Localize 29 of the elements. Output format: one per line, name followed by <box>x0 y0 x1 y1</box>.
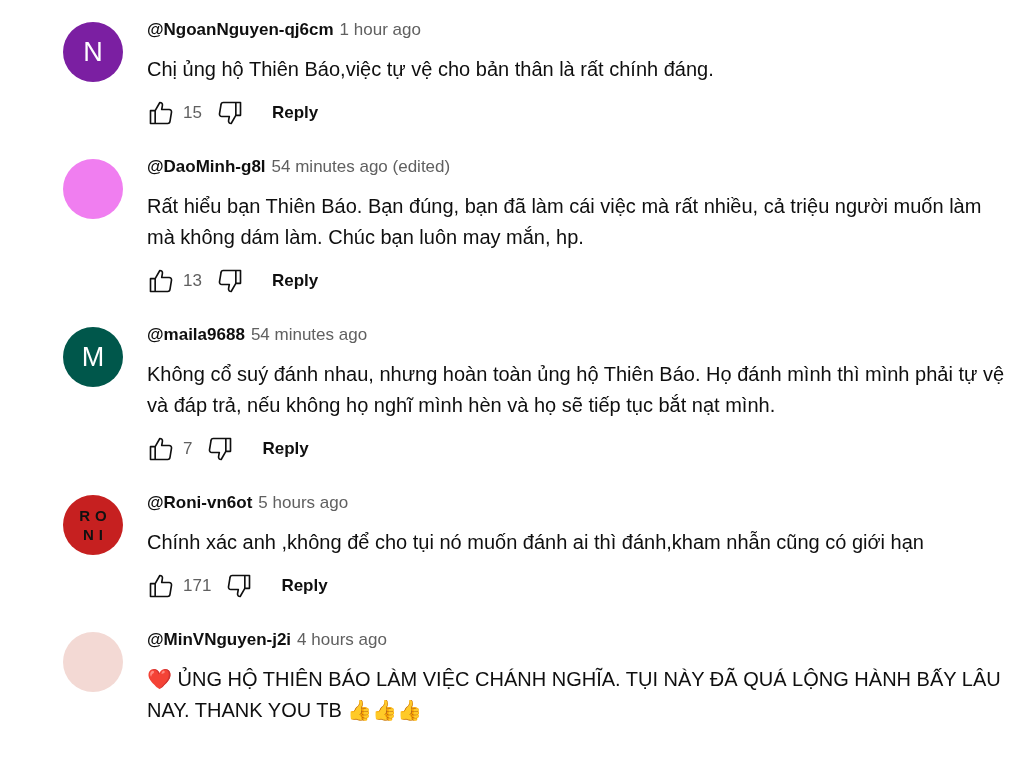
avatar[interactable]: M <box>63 327 123 387</box>
avatar[interactable]: N <box>63 22 123 82</box>
reply-button[interactable]: Reply <box>271 95 319 131</box>
like-count: 15 <box>183 103 202 123</box>
reply-button[interactable]: Reply <box>281 568 328 604</box>
reply-button[interactable]: Reply <box>271 263 319 299</box>
comment-time[interactable]: 54 minutes ago <box>250 325 368 345</box>
author-name[interactable]: @maila9688 <box>147 325 245 345</box>
comment-time[interactable]: 4 hours ago <box>297 630 387 650</box>
reply-button[interactable]: Reply <box>262 431 309 467</box>
author-name[interactable]: @DaoMinh-g8l <box>147 157 266 177</box>
like-count: 13 <box>183 271 202 291</box>
thumbs-up-icon[interactable] <box>147 267 175 295</box>
comment-text: ❤ ỦNG HỘ THIÊN BÁO LÀM VIỆC CHÁNH NGHĨA. TỤI NÀY ĐÃ QUÁ LỘNG HÀNH BẤY LÂU NAY. THANK YOU TB 👍👍👍 <box>147 666 1002 723</box>
comment-time[interactable]: 54 minutes ago (edited) <box>271 157 451 177</box>
comment-time[interactable]: 5 hours ago <box>258 493 349 513</box>
thumbs-up-icon[interactable] <box>147 99 175 127</box>
comment-text: Chị ủng hộ Thiên Báo,việc tự vệ cho bản thân là rất chính đáng. <box>147 57 715 82</box>
thumbs-up-icon[interactable] <box>147 572 175 600</box>
author-name[interactable]: @Roni-vn6ot <box>147 493 253 513</box>
thumbs-up-icon[interactable] <box>147 435 175 463</box>
like-count: 7 <box>183 439 193 459</box>
comment-text: Không cổ suý đánh nhau, nhưng hoàn toàn ủng hộ Thiên Báo. Họ đánh mình thì mình phải tự vệ và đáp trả, nếu không họ nghĩ mình hèn và họ sẽ tiếp tục bắt nạt mình. <box>147 362 1006 418</box>
like-count: 171 <box>183 576 212 596</box>
author-name[interactable]: @NgoanNguyen-qj6cm <box>147 20 334 40</box>
comment-text: Chính xác anh ,không để cho tụi nó muốn đánh ai thì đánh,kham nhẫn cũng có giới hạn <box>147 530 925 555</box>
comment-time[interactable]: 1 hour ago <box>339 20 421 40</box>
author-name[interactable]: @MinVNguyen-j2i <box>147 630 292 650</box>
comment-text: Rất hiểu bạn Thiên Báo. Bạn đúng, bạn đã làm cái việc mà rất nhiều, cả triệu người muốn làm mà không dám làm. Chúc bạn luôn may mắn, hp. <box>147 194 983 250</box>
